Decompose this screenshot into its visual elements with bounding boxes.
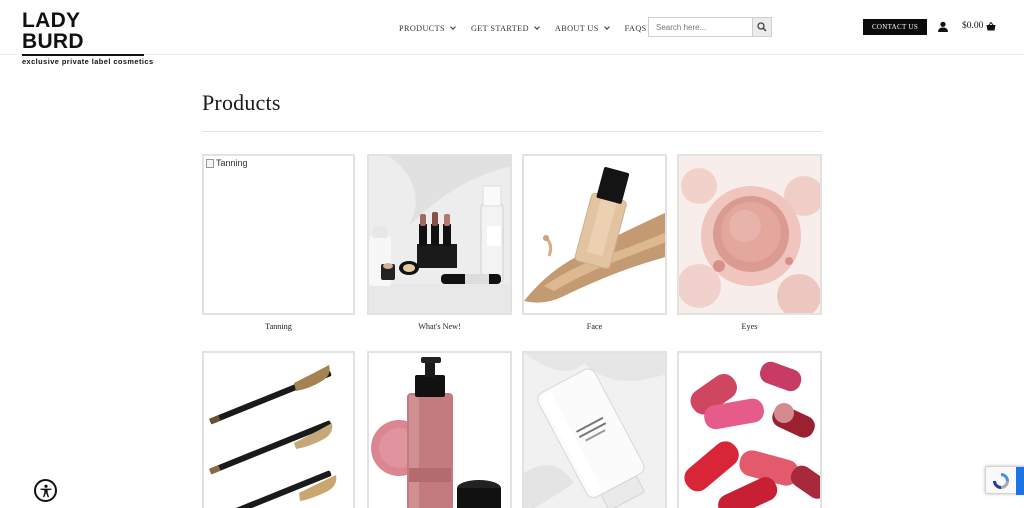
brand-tagline: exclusive private label cosmetics <box>22 57 154 66</box>
broken-image-icon <box>206 158 214 168</box>
account-button[interactable] <box>937 20 949 32</box>
shopping-basket-icon <box>986 21 996 30</box>
image-alt-text: Tanning <box>216 158 248 168</box>
category-label-whats-new[interactable]: What's New! <box>363 322 516 331</box>
broken-image: Tanning <box>206 158 248 168</box>
title-divider <box>202 131 822 132</box>
nav-faqs[interactable]: FAQS <box>625 21 647 35</box>
category-label-face[interactable]: Face <box>518 322 671 331</box>
category-card-face[interactable] <box>522 154 667 315</box>
search-box <box>648 17 772 37</box>
category-label-tanning[interactable]: Tanning <box>202 322 355 331</box>
main-nav: PRODUCTS GET STARTED ABOUT US FAQS <box>399 21 663 35</box>
search-button[interactable] <box>752 18 771 36</box>
category-card-tanning[interactable]: Tanning <box>202 154 355 315</box>
liquid-blush-image <box>369 353 510 508</box>
search-icon <box>757 22 767 32</box>
logo-rule <box>22 54 144 56</box>
nav-products[interactable]: PRODUCTS <box>399 21 456 35</box>
user-icon <box>938 21 948 32</box>
lipstick-image <box>679 353 820 508</box>
site-header: LADY BURD exclusive private label cosmet… <box>0 0 1024 66</box>
page-title: Products <box>202 90 281 115</box>
recaptcha-badge[interactable] <box>985 466 1024 495</box>
contact-us-button[interactable]: CONTACT US <box>863 19 927 35</box>
nav-get-started[interactable]: GET STARTED <box>470 21 540 35</box>
nav-products-label: PRODUCTS <box>399 23 445 33</box>
nav-get-started-label: GET STARTED <box>470 23 529 33</box>
foundation-image <box>524 156 665 313</box>
recaptcha-icon <box>993 473 1009 489</box>
cart-total: $0.00 <box>962 21 984 31</box>
category-card-lips[interactable] <box>677 351 822 508</box>
category-card-eyes[interactable] <box>677 154 822 315</box>
recaptcha-privacy-tab <box>1016 467 1024 495</box>
nav-about-us[interactable]: ABOUT US <box>554 21 610 35</box>
chevron-down-icon <box>450 23 456 30</box>
category-card-cheeks[interactable] <box>367 351 512 508</box>
search-input[interactable] <box>649 18 752 36</box>
category-card-brows[interactable] <box>202 351 355 508</box>
makeup-set-image <box>369 156 510 313</box>
chevron-down-icon <box>603 23 610 30</box>
category-card-skincare[interactable] <box>522 351 667 508</box>
brand-logo[interactable]: LADY BURD exclusive private label cosmet… <box>22 9 154 66</box>
category-card-whats-new[interactable] <box>367 154 512 315</box>
nav-faqs-label: FAQS <box>624 23 647 33</box>
pink-powder-image <box>679 156 820 313</box>
accessibility-icon <box>40 484 51 497</box>
accessibility-button[interactable] <box>34 479 57 502</box>
cream-tube-image <box>524 353 665 508</box>
nav-about-us-label: ABOUT US <box>554 23 599 33</box>
eyebrow-pencils-image <box>204 353 353 508</box>
category-label-eyes[interactable]: Eyes <box>673 322 826 331</box>
cart-button[interactable]: $0.00 <box>962 21 996 31</box>
brand-name: LADY BURD <box>22 9 84 53</box>
chevron-down-icon <box>534 23 540 30</box>
